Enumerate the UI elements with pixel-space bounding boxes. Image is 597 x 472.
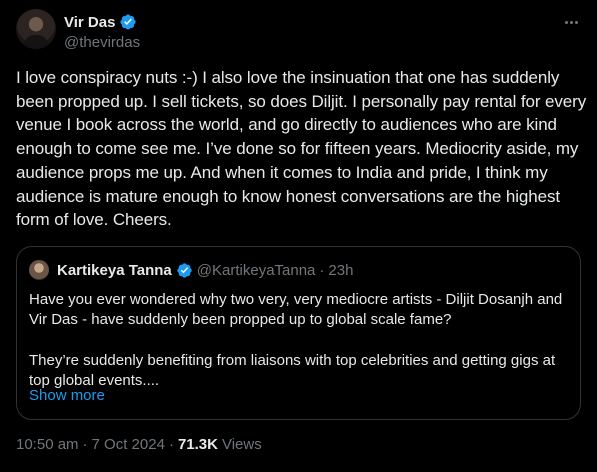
tweet-text: I love conspiracy nuts :-) I also love t…	[16, 68, 587, 230]
tweet-date[interactable]: 7 Oct 2024	[92, 436, 165, 453]
verified-badge-icon	[177, 262, 192, 278]
tweet: Vir Das @thevirdas I love conspiracy nut…	[0, 0, 597, 472]
more-options-icon[interactable]	[560, 12, 582, 32]
quoted-tweet-text: Have you ever wondered why two very, ver…	[29, 291, 563, 389]
quoted-tweet-header: Kartikeya Tanna @KartikeyaTanna · 23h	[29, 260, 353, 280]
quoted-author-avatar	[29, 260, 49, 280]
verified-badge-icon	[120, 14, 137, 30]
show-more-link[interactable]: Show more	[29, 387, 105, 404]
author-avatar[interactable]	[16, 9, 56, 49]
author-info: Vir Das @thevirdas	[64, 12, 140, 53]
quoted-tweet[interactable]: Kartikeya Tanna @KartikeyaTanna · 23h Ha…	[16, 246, 581, 420]
quoted-separator: ·	[319, 261, 325, 279]
quoted-author-display-name: Kartikeya Tanna	[57, 261, 172, 279]
meta-separator: ·	[168, 436, 174, 453]
tweet-time[interactable]: 10:50 am	[16, 436, 79, 453]
views-count: 71.3K	[177, 436, 218, 453]
meta-separator: ·	[82, 436, 88, 453]
author-handle[interactable]: @thevirdas	[64, 33, 140, 53]
quoted-time-ago: 23h	[328, 261, 354, 279]
tweet-meta: 10:50 am · 7 Oct 2024 · 71.3K Views	[16, 436, 262, 453]
author-display-name[interactable]: Vir Das	[64, 14, 115, 31]
views-label: Views	[221, 436, 262, 453]
quoted-author-handle: @KartikeyaTanna	[196, 261, 316, 279]
